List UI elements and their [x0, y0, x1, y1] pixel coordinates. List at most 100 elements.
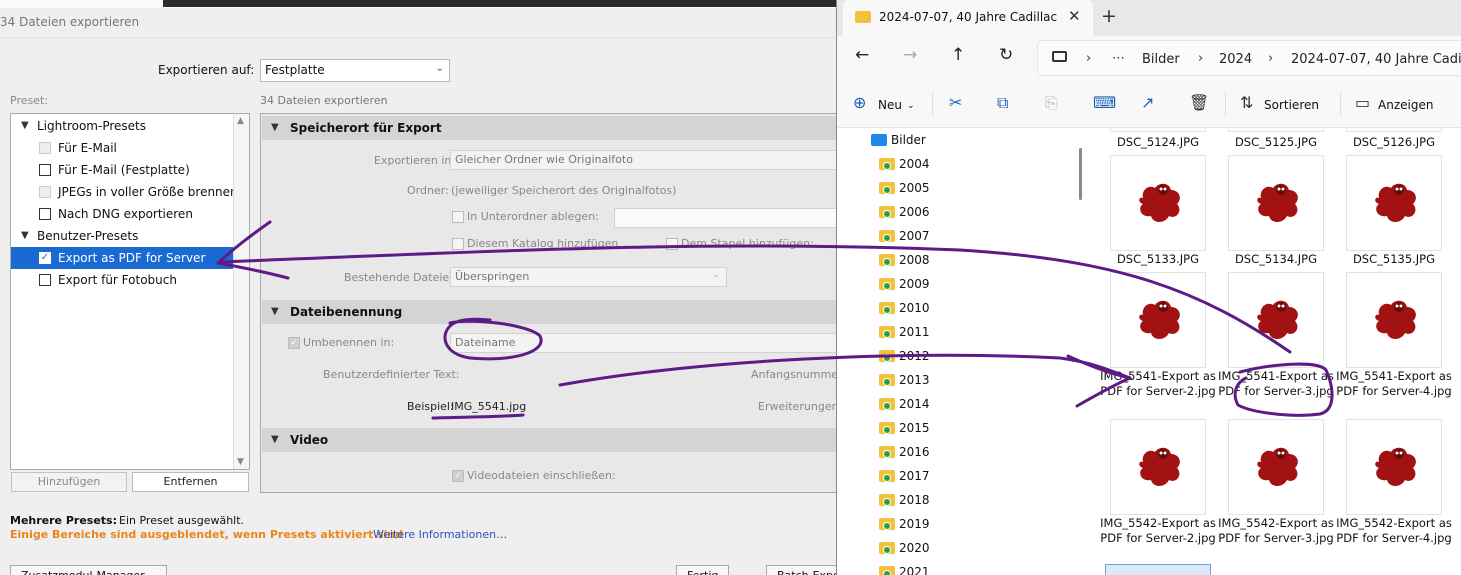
scroll-up-icon[interactable]: ▲ — [237, 116, 244, 126]
export-in-select[interactable]: Gleicher Ordner wie Originalfoto — [450, 150, 838, 170]
preset-item[interactable]: Für E-Mail (Festplatte) — [11, 159, 233, 181]
preset-item-selected[interactable]: ✓ Export as PDF for Server — [11, 247, 233, 269]
files-count-label: 34 Dateien exportieren — [260, 94, 388, 107]
example-value: IMG_5541.jpg — [451, 400, 527, 413]
file-name[interactable]: DSC_5134.JPG — [1217, 252, 1335, 267]
synced-folder-icon — [879, 206, 895, 218]
sort-button[interactable]: Sortieren — [1264, 98, 1319, 112]
preset-item[interactable]: Export für Fotobuch — [11, 269, 233, 291]
file-name[interactable]: DSC_5135.JPG — [1335, 252, 1453, 267]
file-name[interactable]: IMG_5541-Export as PDF for Server-2.jpg — [1099, 369, 1217, 399]
section-header-location[interactable]: ▼ Speicherort für Export — [262, 116, 838, 140]
delete-icon[interactable]: 🗑 — [1189, 93, 1209, 112]
synced-folder-icon — [879, 302, 895, 314]
copy-icon[interactable]: ⧉ — [997, 93, 1008, 113]
file-thumbnail[interactable] — [1228, 155, 1324, 251]
view-icon[interactable]: ▭ — [1355, 93, 1370, 112]
view-button[interactable]: Anzeigen — [1378, 98, 1433, 112]
new-button[interactable]: Neu — [878, 98, 902, 112]
chevron-down-icon: ⌄ — [907, 101, 915, 111]
sort-icon[interactable]: ⇅ — [1240, 93, 1253, 112]
stack-checkbox[interactable] — [666, 238, 678, 250]
up-arrow-icon[interactable]: ↑ — [951, 45, 965, 65]
start-number-label: Anfangsnummer: — [751, 368, 838, 381]
file-name[interactable]: DSC_5124.JPG — [1099, 135, 1217, 150]
file-thumbnail[interactable] — [1110, 155, 1206, 251]
back-arrow-icon[interactable]: ← — [855, 45, 869, 65]
breadcrumb-bilder[interactable]: Bilder — [1142, 52, 1180, 67]
synced-folder-icon — [879, 398, 895, 410]
file-name[interactable]: DSC_5125.JPG — [1217, 135, 1335, 150]
file-name[interactable]: IMG_5542-Export as PDF for Server-2.jpg — [1099, 516, 1217, 546]
address-bar[interactable]: › ⋯ Bilder › 2024 › 2024-07-07, 40 Jahre… — [1037, 40, 1461, 76]
subfolder-checkbox[interactable] — [452, 211, 464, 223]
remove-preset-button[interactable]: Entfernen — [132, 472, 249, 492]
existing-files-select[interactable]: Überspringen ⌄ — [450, 267, 727, 287]
section-header-naming[interactable]: ▼ Dateibenennung — [262, 300, 838, 324]
subfolder-input[interactable] — [614, 208, 838, 228]
synced-folder-icon — [879, 470, 895, 482]
preset-item[interactable]: JPEGs in voller Größe brennen — [11, 181, 238, 203]
rename-label: Umbenennen in: — [303, 336, 395, 349]
preset-group-user[interactable]: ▼ Benutzer-Presets — [11, 225, 233, 247]
preset-scrollbar[interactable]: ▲ ▼ — [233, 114, 249, 469]
chevron-down-icon: ⌄ — [435, 63, 444, 74]
section-header-video[interactable]: ▼ Video — [262, 428, 838, 452]
explorer-tab[interactable]: 2024-07-07, 40 Jahre Cadillac Club ✕ — [843, 0, 1093, 36]
close-icon[interactable]: ✕ — [1068, 7, 1081, 25]
rename-checkbox[interactable]: ✓ — [288, 337, 300, 349]
done-button[interactable]: Fertig — [676, 565, 730, 575]
file-thumbnail[interactable] — [1346, 272, 1442, 368]
multiple-presets-text: Ein Preset ausgewählt. — [119, 514, 245, 527]
tree-item-label: 2017 — [899, 469, 930, 483]
file-name[interactable]: IMG_5541-Export as PDF for Server-3.jpg — [1217, 369, 1335, 399]
file-thumbnail[interactable] — [1346, 419, 1442, 515]
file-thumbnail[interactable] — [1110, 419, 1206, 515]
cut-icon[interactable]: ✂ — [949, 93, 962, 112]
breadcrumb-current-folder[interactable]: 2024-07-07, 40 Jahre Cadillac Club — [1291, 52, 1461, 67]
new-tab-icon[interactable]: + — [1101, 5, 1117, 27]
scroll-down-icon[interactable]: ▼ — [237, 457, 244, 467]
file-name[interactable]: IMG_5542-Export as PDF for Server-4.jpg — [1335, 516, 1453, 546]
add-preset-button[interactable]: Hinzufügen — [11, 472, 127, 492]
preset-item[interactable]: Für E-Mail — [11, 137, 233, 159]
selected-thumbnail[interactable] — [1105, 564, 1211, 575]
file-explorer-window: 2024-07-07, 40 Jahre Cadillac Club ✕ + ←… — [836, 0, 1461, 575]
tree-item-label: 2020 — [899, 541, 930, 555]
preset-item[interactable]: Nach DNG exportieren — [11, 203, 233, 225]
rename-icon[interactable]: ⌨ — [1093, 93, 1116, 112]
tree-scrollbar[interactable] — [1079, 148, 1082, 200]
file-name[interactable]: IMG_5542-Export as PDF for Server-3.jpg — [1217, 516, 1335, 546]
checkbox-icon — [39, 142, 51, 154]
file-thumbnail[interactable] — [1346, 155, 1442, 251]
plus-icon[interactable]: ⊕ — [853, 93, 866, 112]
forward-arrow-icon[interactable]: → — [903, 45, 917, 65]
file-thumbnail[interactable] — [1228, 272, 1324, 368]
existing-files-label: Bestehende Dateien: — [344, 271, 460, 284]
synced-folder-icon — [879, 254, 895, 266]
share-icon[interactable]: ↗ — [1141, 93, 1154, 112]
paste-icon[interactable]: ⎘ — [1045, 93, 1058, 113]
file-name[interactable]: IMG_5541-Export as PDF for Server-4.jpg — [1335, 369, 1453, 399]
more-info-link[interactable]: Weitere Informationen… — [373, 528, 507, 541]
file-thumbnail[interactable] — [1228, 419, 1324, 515]
include-video-checkbox[interactable]: ✓ — [452, 470, 464, 482]
file-name[interactable]: DSC_5126.JPG — [1335, 135, 1453, 150]
file-thumbnail[interactable] — [1110, 272, 1206, 368]
refresh-icon[interactable]: ↻ — [999, 45, 1013, 65]
preset-group-lightroom[interactable]: ▼ Lightroom-Presets — [11, 115, 233, 137]
file-name[interactable]: DSC_5133.JPG — [1099, 252, 1217, 267]
image-thumbnail-icon — [1375, 183, 1416, 222]
batch-export-button[interactable]: Batch-Export… — [766, 565, 838, 575]
rename-select[interactable]: Dateiname — [450, 333, 838, 353]
tree-item-label: 2005 — [899, 181, 930, 195]
breadcrumb-2024[interactable]: 2024 — [1219, 52, 1252, 67]
plugin-manager-button[interactable]: Zusatzmodul-Manager… — [10, 565, 167, 575]
catalog-checkbox[interactable] — [452, 238, 464, 250]
chevron-right-icon: › — [1268, 51, 1274, 66]
more-icon[interactable]: ⋯ — [1112, 51, 1125, 66]
synced-folder-icon — [879, 422, 895, 434]
file-thumbnail-edge — [1346, 128, 1442, 132]
hidden-sections-warning: Einige Bereiche sind ausgeblendet, wenn … — [10, 528, 404, 541]
export-to-select[interactable]: Festplatte ⌄ — [260, 59, 450, 82]
